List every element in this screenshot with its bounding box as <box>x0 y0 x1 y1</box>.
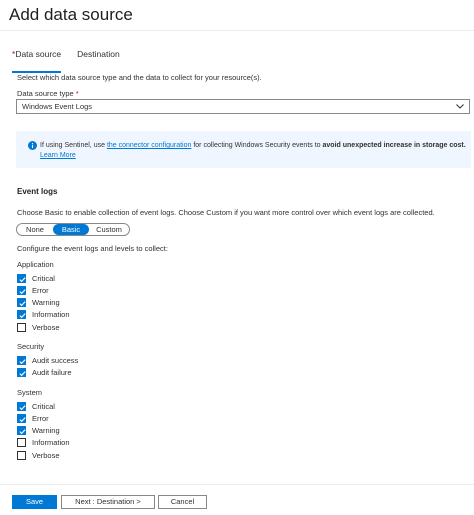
checkbox-box[interactable] <box>17 413 26 423</box>
info-banner: If using Sentinel, use the connector con… <box>16 131 471 168</box>
checkbox-box[interactable] <box>17 401 26 411</box>
checkmark-icon <box>19 300 26 306</box>
checkbox-label: Warning <box>32 297 60 307</box>
checkbox-box[interactable] <box>17 367 26 377</box>
checkbox-box[interactable] <box>17 437 26 447</box>
mode-basic-option[interactable]: Basic <box>53 224 89 235</box>
mode-none-option[interactable]: None <box>17 224 53 235</box>
checkbox-label: Error <box>32 413 49 423</box>
checkbox-box[interactable] <box>17 322 26 332</box>
required-marker: * <box>75 89 79 98</box>
application-critical-checkbox[interactable]: Critical <box>17 273 55 283</box>
chevron-down-icon <box>456 104 464 109</box>
checkmark-icon <box>19 358 26 364</box>
checkbox-label: Critical <box>32 401 55 411</box>
checkbox-box[interactable] <box>17 297 26 307</box>
data-source-type-label: Data source type * <box>17 89 79 98</box>
configure-text: Configure the event logs and levels to c… <box>17 244 168 253</box>
data-source-type-label-text: Data source type <box>17 89 74 98</box>
choose-mode-text: Choose Basic to enable collection of eve… <box>17 208 435 217</box>
checkbox-box[interactable] <box>17 309 26 319</box>
info-circle-icon <box>28 141 37 150</box>
checkmark-icon <box>19 416 26 422</box>
add-data-source-panel: Add data source *Data source Destination… <box>0 0 474 515</box>
application-warning-checkbox[interactable]: Warning <box>17 297 60 307</box>
checkbox-label: Audit success <box>32 355 79 365</box>
checkmark-icon <box>19 312 26 318</box>
tab-data-source[interactable]: *Data source <box>12 49 62 73</box>
checkbox-label: Information <box>32 437 70 447</box>
tab-bar: *Data source Destination <box>12 49 136 73</box>
info-text-mid: for collecting Windows Security events t… <box>191 142 323 149</box>
cancel-button[interactable]: Cancel <box>158 495 207 509</box>
checkbox-label: Error <box>32 285 49 295</box>
connector-configuration-link[interactable]: the connector configuration <box>107 142 191 149</box>
info-text: If using Sentinel, use the connector con… <box>40 141 466 160</box>
system-error-checkbox[interactable]: Error <box>17 413 49 423</box>
checkmark-icon <box>19 404 26 410</box>
description-text: Select which data source type and the da… <box>17 73 262 82</box>
learn-more-link[interactable]: Learn More <box>40 152 76 159</box>
checkbox-box[interactable] <box>17 285 26 295</box>
checkmark-icon <box>19 276 26 282</box>
checkbox-label: Warning <box>32 425 60 435</box>
mode-custom-option[interactable]: Custom <box>89 224 129 235</box>
data-source-type-value: Windows Event Logs <box>22 102 93 111</box>
system-group-title: System <box>17 388 43 397</box>
application-group-title: Application <box>17 260 54 269</box>
checkbox-label: Audit failure <box>32 367 72 377</box>
collection-mode-toggle: None Basic Custom <box>16 223 130 236</box>
save-button[interactable]: Save <box>12 495 57 509</box>
page-title: Add data source <box>9 5 133 24</box>
application-error-checkbox[interactable]: Error <box>17 285 49 295</box>
tab-destination-label: Destination <box>77 49 120 59</box>
system-warning-checkbox[interactable]: Warning <box>17 425 60 435</box>
checkmark-icon <box>19 428 26 434</box>
checkbox-label: Critical <box>32 273 55 283</box>
security-audit-failure-checkbox[interactable]: Audit failure <box>17 367 72 377</box>
application-information-checkbox[interactable]: Information <box>17 309 70 319</box>
checkbox-label: Verbose <box>32 450 60 460</box>
info-text-bold: avoid unexpected increase in storage cos… <box>322 142 466 149</box>
tab-data-source-label: Data source <box>15 49 62 59</box>
next-destination-button[interactable]: Next : Destination > <box>61 495 155 509</box>
checkmark-icon <box>19 370 26 376</box>
application-verbose-checkbox[interactable]: Verbose <box>17 322 60 332</box>
info-text-pre: If using Sentinel, use <box>40 142 107 149</box>
system-critical-checkbox[interactable]: Critical <box>17 401 55 411</box>
system-information-checkbox[interactable]: Information <box>17 437 70 447</box>
checkmark-icon <box>19 288 26 294</box>
header-divider <box>0 30 474 31</box>
system-verbose-checkbox[interactable]: Verbose <box>17 450 60 460</box>
checkbox-label: Information <box>32 309 70 319</box>
security-audit-success-checkbox[interactable]: Audit success <box>17 355 78 365</box>
tab-destination[interactable]: Destination <box>77 49 120 73</box>
checkbox-box[interactable] <box>17 450 26 460</box>
security-group-title: Security <box>17 342 45 351</box>
data-source-type-dropdown[interactable]: Windows Event Logs <box>16 99 470 114</box>
event-logs-heading: Event logs <box>17 187 58 196</box>
footer-divider <box>0 484 474 485</box>
checkbox-label: Verbose <box>32 322 60 332</box>
checkbox-box[interactable] <box>17 273 26 283</box>
checkbox-box[interactable] <box>17 355 26 365</box>
checkbox-box[interactable] <box>17 425 26 435</box>
